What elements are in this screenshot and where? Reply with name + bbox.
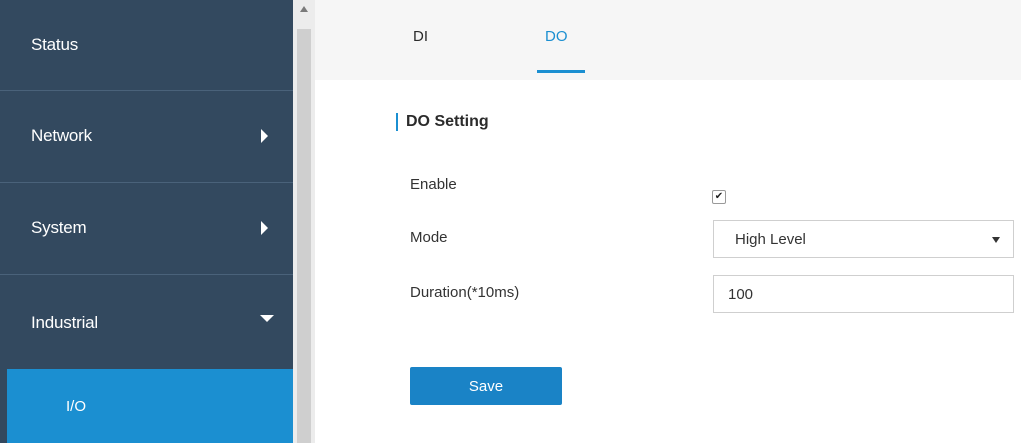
sidebar-subitem-label: I/O xyxy=(66,397,87,415)
sidebar-item-system[interactable]: System xyxy=(0,183,293,273)
section-title: DO Setting xyxy=(396,113,489,131)
sidebar-item-label: Industrial xyxy=(31,313,98,332)
tab-bar: DI DO xyxy=(315,0,1021,80)
sidebar-item-network[interactable]: Network xyxy=(0,91,293,181)
sidebar-subitem-io[interactable]: I/O xyxy=(7,369,293,443)
checkmark-icon: ✔ xyxy=(714,191,724,202)
chevron-down-icon xyxy=(260,315,274,322)
sidebar-item-label: Network xyxy=(31,126,92,145)
duration-label: Duration(*10ms) xyxy=(410,284,520,301)
enable-checkbox[interactable]: ✔ xyxy=(712,190,726,204)
sidebar-item-status[interactable]: Status xyxy=(0,0,293,90)
chevron-right-icon xyxy=(261,129,268,143)
active-tab-indicator xyxy=(537,70,585,73)
tab-di[interactable]: DI xyxy=(413,28,428,45)
main-content: DI DO DO Setting Enable ✔ Mode High Leve… xyxy=(315,0,1021,443)
tab-do[interactable]: DO xyxy=(545,28,568,45)
scroll-up-icon[interactable] xyxy=(300,6,308,12)
enable-label: Enable xyxy=(410,176,457,193)
sidebar-item-industrial[interactable]: Industrial xyxy=(0,278,293,368)
mode-label: Mode xyxy=(410,229,448,246)
sidebar-scrollbar[interactable] xyxy=(293,0,315,443)
duration-input[interactable] xyxy=(713,275,1014,313)
mode-select[interactable]: High Level xyxy=(713,220,1014,258)
sidebar: Status Network System Industrial I/O xyxy=(0,0,293,443)
save-button[interactable]: Save xyxy=(410,367,562,405)
divider xyxy=(0,274,293,275)
dropdown-arrow-icon xyxy=(992,237,1000,243)
sidebar-item-label: Status xyxy=(31,35,78,54)
mode-select-value: High Level xyxy=(735,230,806,248)
sidebar-item-label: System xyxy=(31,218,87,237)
scroll-thumb[interactable] xyxy=(297,29,311,443)
chevron-right-icon xyxy=(261,221,268,235)
